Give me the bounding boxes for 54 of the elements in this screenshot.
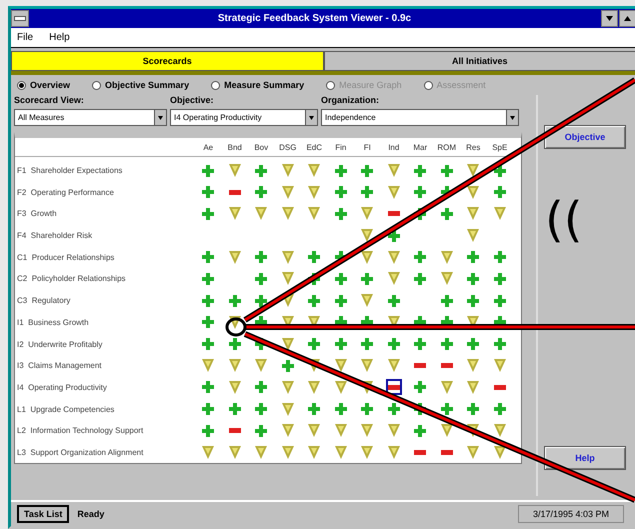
filter-label: Scorecard View:	[14, 95, 85, 105]
objective-label[interactable]: C3 Regulatory	[15, 296, 195, 306]
maximize-icon[interactable]	[619, 10, 635, 27]
tab[interactable]: Scorecards	[11, 51, 324, 71]
menu-item[interactable]: Help	[49, 32, 70, 43]
tab[interactable]: All Initiatives	[324, 51, 635, 71]
dropdown[interactable]: Independence	[321, 109, 519, 126]
column-header: Ae	[195, 140, 222, 158]
selected-cell-frame[interactable]	[386, 379, 402, 396]
task-list-button[interactable]: Task List	[17, 505, 70, 523]
column-header: FI	[354, 140, 380, 158]
column-header: Bnd	[222, 140, 248, 158]
column-header: Ind	[380, 140, 407, 158]
objective-label[interactable]: L3 Support Organization Alignment	[15, 448, 195, 457]
filter-label: Organization:	[321, 95, 380, 105]
status-datetime: 3/17/1995 4:03 PM	[518, 505, 624, 523]
column-header: EdC	[301, 140, 328, 158]
view-radio[interactable]: Objective Summary	[92, 80, 190, 90]
objective-label[interactable]: F2 Operating Performance	[15, 188, 195, 197]
caret-icon[interactable]	[510, 116, 515, 120]
column-header: Res	[460, 140, 486, 158]
view-radio[interactable]: Overview	[17, 80, 70, 90]
view-radio[interactable]: Measure Summary	[211, 80, 304, 90]
annotation-text: ((	[545, 196, 582, 244]
menu-item[interactable]: File	[17, 32, 34, 43]
column-header: Mar	[407, 140, 434, 158]
window-title: Strategic Feedback System Viewer - 0.9c	[216, 13, 412, 24]
caret-icon[interactable]	[158, 116, 163, 120]
caret-icon[interactable]	[309, 116, 314, 120]
column-header: SpE	[486, 140, 513, 158]
system-menu-icon[interactable]	[11, 10, 29, 27]
objective-label[interactable]: F1 Shareholder Expectations	[15, 166, 195, 176]
objective-label[interactable]: C1 Producer Relationships	[15, 252, 195, 262]
objective-label[interactable]: I4 Operating Productivity	[15, 382, 195, 392]
objective-label[interactable]: C2 Policyholder Relationships	[15, 274, 195, 284]
annotation-circle	[226, 318, 246, 336]
objective-label[interactable]: I3 Claims Management	[15, 361, 195, 370]
column-header: Bov	[248, 140, 274, 158]
column-header: DSG	[274, 140, 301, 158]
status-message: Ready	[77, 509, 106, 519]
minimize-icon[interactable]	[601, 10, 618, 27]
objective-label[interactable]: I1 Business Growth	[15, 318, 195, 327]
objective-label[interactable]: L1 Upgrade Competencies	[15, 404, 195, 414]
objective-label[interactable]: I2 Underwrite Profitably	[15, 340, 195, 349]
objective-label[interactable]: F4 Shareholder Risk	[15, 231, 195, 240]
dropdown[interactable]: All Measures	[14, 109, 167, 126]
dropdown[interactable]: I4 Operating Productivity	[170, 109, 318, 126]
objective-label[interactable]: L2 Information Technology Support	[15, 426, 195, 436]
side-button[interactable]: Help	[544, 446, 626, 470]
column-header: ROM	[434, 140, 460, 158]
side-button[interactable]: Objective	[544, 125, 626, 149]
column-header: Fin	[328, 140, 354, 158]
objective-label[interactable]: F3 Growth	[15, 209, 195, 218]
filter-label: Objective:	[170, 95, 215, 105]
